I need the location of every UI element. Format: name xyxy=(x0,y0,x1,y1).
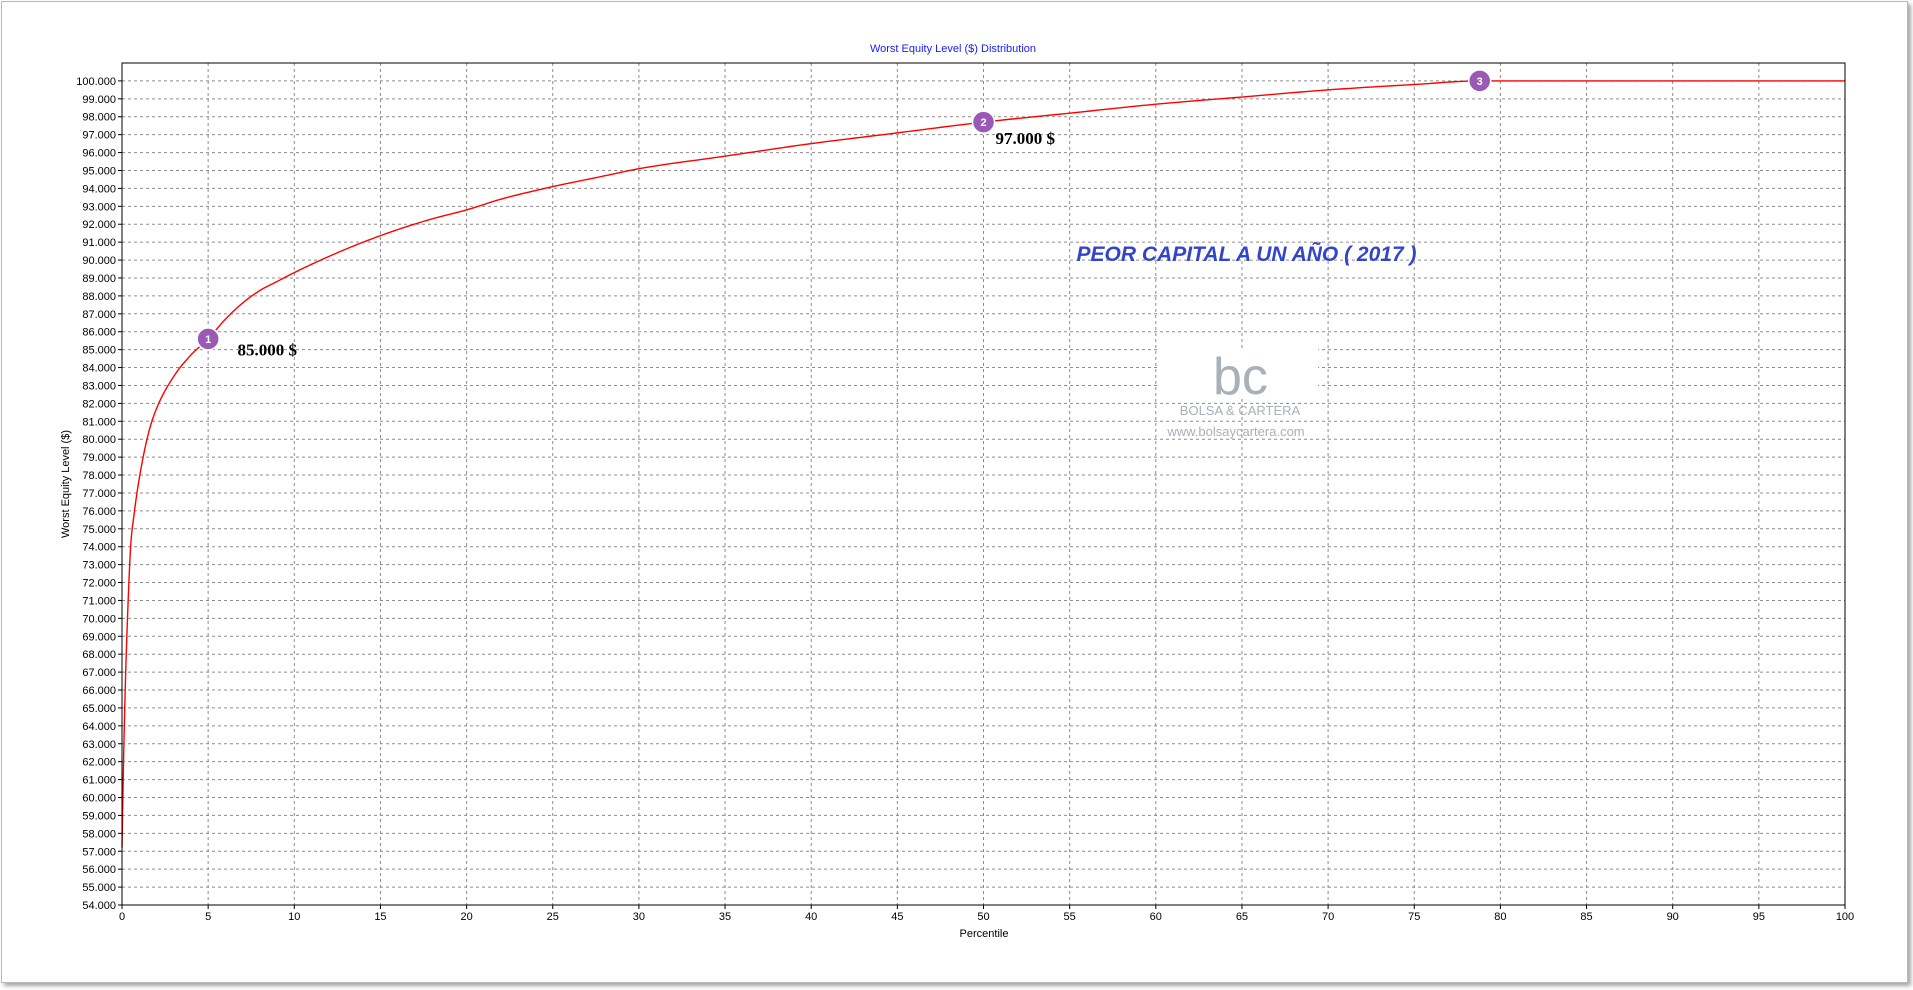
markers: 1 2 3 xyxy=(196,69,1492,351)
x-tick-label: 65 xyxy=(1236,911,1248,923)
y-tick-label: 84.000 xyxy=(82,363,116,375)
x-tick-label: 30 xyxy=(633,911,645,923)
value-callout: 85.000 $ xyxy=(237,341,297,360)
x-axis-title: Percentile xyxy=(960,928,1009,940)
y-tick-label: 58.000 xyxy=(82,828,116,840)
y-tick-label: 88.000 xyxy=(82,291,116,303)
x-tick-label: 95 xyxy=(1753,911,1765,923)
y-tick-label: 71.000 xyxy=(82,595,116,607)
y-tick-label: 68.000 xyxy=(82,649,116,661)
y-tick-label: 89.000 xyxy=(82,273,116,285)
x-tick-label: 10 xyxy=(288,911,300,923)
y-tick-label: 81.000 xyxy=(82,416,116,428)
chart: bc BOLSA & CARTERA www.bolsaycartera.com… xyxy=(60,43,1854,940)
tick-labels: 0 5 10 15 20 25 30 35 40 45 50 55 60 65 70 75 80 85 90 95 10… xyxy=(76,76,1854,923)
marker-2-label: 2 xyxy=(980,117,986,129)
x-tick-label: 80 xyxy=(1494,911,1506,923)
x-tick-label: 55 xyxy=(1064,911,1076,923)
watermark-letters: bc xyxy=(1213,348,1268,406)
x-tick-label: 20 xyxy=(460,911,472,923)
x-tick-label: 35 xyxy=(719,911,731,923)
y-tick-label: 86.000 xyxy=(82,327,116,339)
y-tick-label: 93.000 xyxy=(82,201,116,213)
marker-3-label: 3 xyxy=(1477,76,1483,88)
chart-title: Worst Equity Level ($) Distribution xyxy=(870,43,1036,55)
y-tick-label: 92.000 xyxy=(82,219,116,231)
y-tick-label: 96.000 xyxy=(82,148,116,160)
y-tick-label: 73.000 xyxy=(82,560,116,572)
x-tick-label: 40 xyxy=(805,911,817,923)
x-tick-label: 25 xyxy=(547,911,559,923)
y-tick-label: 85.000 xyxy=(82,345,116,357)
x-tick-label: 85 xyxy=(1580,911,1592,923)
y-tick-label: 80.000 xyxy=(82,434,116,446)
x-tick-label: 45 xyxy=(891,911,903,923)
y-tick-label: 77.000 xyxy=(82,488,116,500)
y-tick-label: 78.000 xyxy=(82,470,116,482)
y-tick-label: 55.000 xyxy=(82,882,116,894)
marker-1-label: 1 xyxy=(205,334,211,346)
y-tick-label: 90.000 xyxy=(82,255,116,267)
grid xyxy=(122,63,1845,906)
value-callout: 97.000 $ xyxy=(996,129,1056,148)
y-tick-label: 60.000 xyxy=(82,793,116,805)
watermark-logo: bc BOLSA & CARTERA www.bolsaycartera.com xyxy=(1158,348,1318,439)
x-tick-label: 90 xyxy=(1667,911,1679,923)
y-tick-label: 94.000 xyxy=(82,183,116,195)
y-tick-label: 82.000 xyxy=(82,398,116,410)
y-tick-label: 75.000 xyxy=(82,524,116,536)
y-tick-label: 65.000 xyxy=(82,703,116,715)
y-tick-label: 87.000 xyxy=(82,309,116,321)
y-tick-label: 57.000 xyxy=(82,846,116,858)
y-tick-label: 72.000 xyxy=(82,578,116,590)
y-tick-label: 79.000 xyxy=(82,452,116,464)
x-tick-label: 70 xyxy=(1322,911,1334,923)
x-tick-label: 50 xyxy=(977,911,989,923)
y-tick-label: 54.000 xyxy=(82,900,116,912)
y-tick-label: 99.000 xyxy=(82,94,116,106)
y-tick-label: 91.000 xyxy=(82,237,116,249)
chart-annotation-note: PEOR CAPITAL A UN AÑO ( 2017 ) xyxy=(1077,243,1417,266)
y-tick-label: 56.000 xyxy=(82,864,116,876)
y-tick-label: 98.000 xyxy=(82,112,116,124)
y-tick-label: 62.000 xyxy=(82,757,116,769)
x-tick-label: 15 xyxy=(374,911,386,923)
y-tick-label: 67.000 xyxy=(82,667,116,679)
x-tick-label: 0 xyxy=(119,911,125,923)
y-tick-label: 64.000 xyxy=(82,721,116,733)
y-tick-label: 76.000 xyxy=(82,506,116,518)
annotations: 85.000 $ 97.000 $ PEOR CAPITAL A UN AÑO ( … xyxy=(237,129,1416,359)
x-tick-label: 5 xyxy=(205,911,211,923)
y-tick-label: 66.000 xyxy=(82,685,116,697)
y-tick-label: 83.000 xyxy=(82,380,116,392)
y-tick-label: 74.000 xyxy=(82,542,116,554)
x-tick-label: 100 xyxy=(1836,911,1854,923)
x-tick-label: 75 xyxy=(1408,911,1420,923)
y-tick-label: 97.000 xyxy=(82,130,116,142)
y-tick-label: 69.000 xyxy=(82,631,116,643)
watermark-url: www.bolsaycartera.com xyxy=(1166,424,1304,439)
y-tick-label: 70.000 xyxy=(82,613,116,625)
y-tick-label: 63.000 xyxy=(82,739,116,751)
y-axis-title: Worst Equity Level ($) xyxy=(60,430,72,538)
x-tick-label: 60 xyxy=(1150,911,1162,923)
y-tick-label: 95.000 xyxy=(82,165,116,177)
watermark-name: BOLSA & CARTERA xyxy=(1180,403,1301,418)
y-tick-label: 100.000 xyxy=(76,76,116,88)
y-tick-label: 59.000 xyxy=(82,810,116,822)
y-tick-label: 61.000 xyxy=(82,775,116,787)
